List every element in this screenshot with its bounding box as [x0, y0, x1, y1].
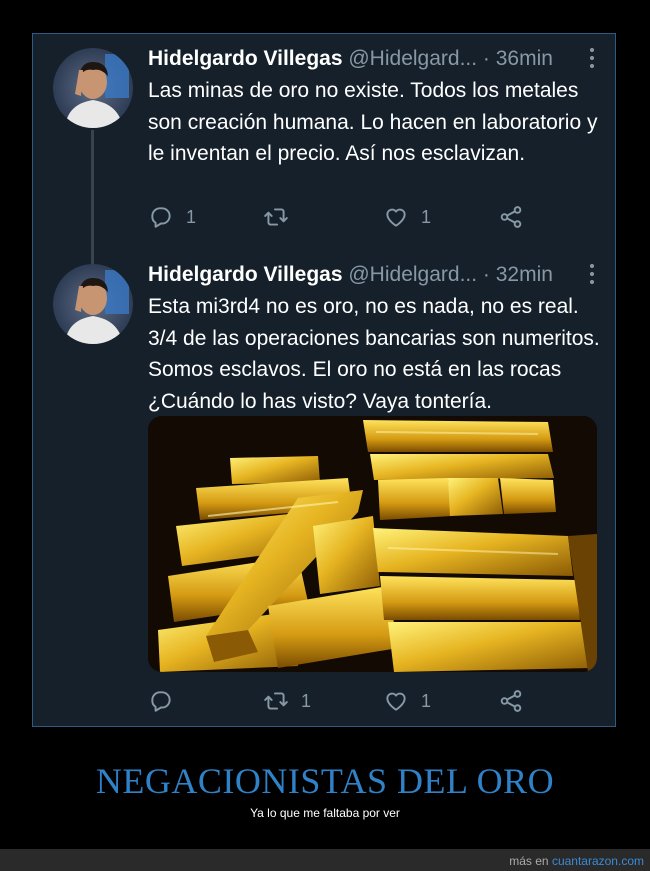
share-icon — [500, 690, 522, 712]
avatar[interactable] — [53, 264, 133, 344]
tweet-text: Esta mi3rd4 no es oro, no es nada, no es… — [148, 295, 600, 413]
more-icon[interactable] — [589, 48, 595, 72]
share-icon — [500, 206, 522, 228]
credit-prefix: más en — [509, 854, 549, 868]
like-icon — [386, 208, 406, 227]
retweet-count: 1 — [301, 690, 312, 711]
like-icon — [386, 692, 406, 711]
meme-title: NEGACIONISTAS DEL ORO — [95, 761, 555, 801]
share-button[interactable] — [498, 204, 524, 230]
more-icon[interactable] — [589, 264, 595, 288]
tweet-header: Hidelgardo Villegas @Hidelgard... · 36mi… — [148, 46, 553, 72]
author-handle[interactable]: @Hidelgard... — [348, 47, 477, 70]
like-button[interactable]: 1 — [383, 204, 431, 230]
like-count: 1 — [421, 206, 432, 227]
author-name[interactable]: Hidelgardo Villegas — [148, 47, 343, 70]
author-handle[interactable]: @Hidelgard... — [348, 263, 477, 286]
share-button[interactable] — [498, 688, 524, 714]
reply-button[interactable] — [148, 688, 186, 714]
avatar[interactable] — [53, 48, 133, 128]
tweet-actions: 1 1 — [148, 688, 528, 718]
tweet-time[interactable]: · 36min — [483, 47, 553, 70]
retweet-button[interactable] — [263, 204, 301, 230]
author-name[interactable]: Hidelgardo Villegas — [148, 263, 343, 286]
reply-icon — [151, 691, 171, 712]
site-credit-bar: más en cuantarazon.com — [0, 849, 650, 871]
tweet-text: Las minas de oro no existe. Todos los me… — [148, 79, 598, 165]
meme-subtitle: Ya lo que me faltaba por ver — [250, 806, 400, 820]
tweet-image-gold-bars[interactable] — [148, 416, 597, 672]
reply-icon — [151, 207, 171, 228]
tweet-header: Hidelgardo Villegas @Hidelgard... · 32mi… — [148, 262, 553, 288]
credit-site-link[interactable]: cuantarazon.com — [552, 854, 644, 868]
reply-button[interactable]: 1 — [148, 204, 196, 230]
like-count: 1 — [421, 690, 432, 711]
reply-count: 1 — [186, 206, 197, 227]
tweet-actions: 1 1 — [148, 204, 528, 234]
tweet-time[interactable]: · 32min — [483, 263, 553, 286]
retweet-button[interactable]: 1 — [263, 688, 311, 714]
retweet-icon — [264, 692, 288, 710]
site-credit: más en cuantarazon.com — [509, 854, 644, 868]
tweet-thread-screenshot: Hidelgardo Villegas @Hidelgard... · 36mi… — [32, 33, 616, 727]
retweet-icon — [264, 208, 288, 226]
like-button[interactable]: 1 — [383, 688, 431, 714]
